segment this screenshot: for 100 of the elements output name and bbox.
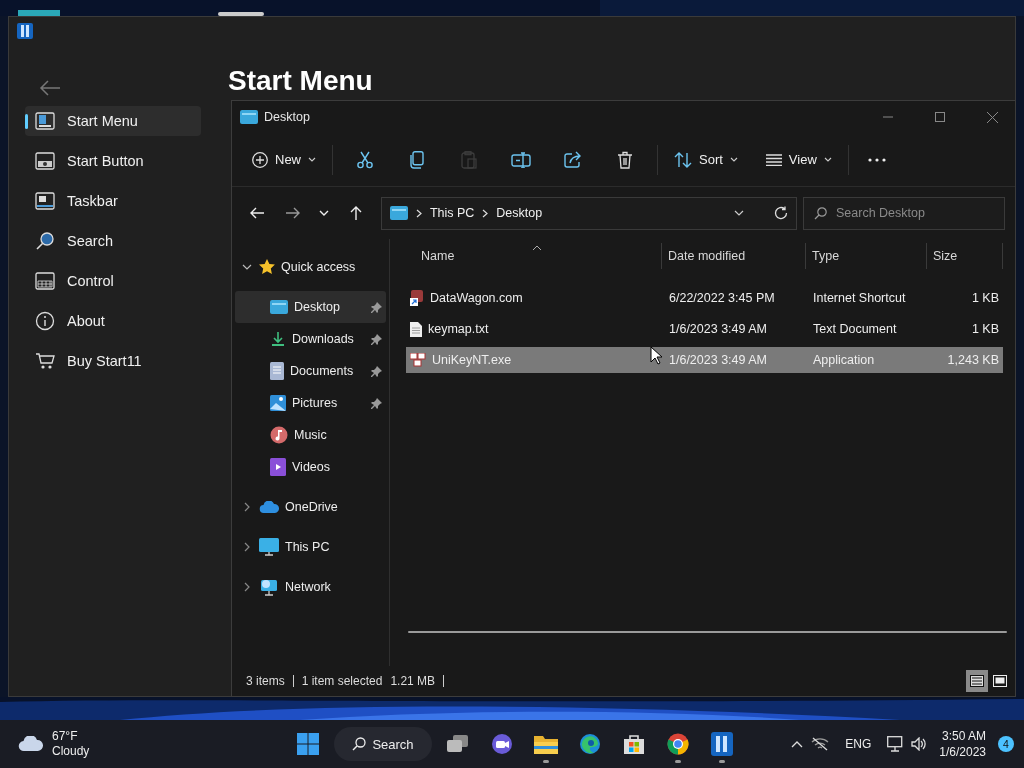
column-header[interactable]: Date modified xyxy=(662,243,806,269)
scrollbar[interactable] xyxy=(408,631,1007,633)
info-icon xyxy=(35,311,55,331)
video-icon xyxy=(270,458,286,476)
network-icon xyxy=(259,578,279,596)
tree-item[interactable]: Desktop xyxy=(235,291,386,323)
search-field[interactable]: Search Desktop xyxy=(803,196,1005,230)
address-bar[interactable]: This PC Desktop xyxy=(380,196,797,230)
task-view-icon xyxy=(447,735,469,753)
tree-item[interactable]: Documents xyxy=(235,355,386,387)
chevron-down-icon xyxy=(319,210,330,216)
nav-item[interactable]: Start Menu xyxy=(25,106,201,136)
sort-caret-icon xyxy=(532,245,542,251)
column-header[interactable]: Size xyxy=(927,243,1003,269)
file-row[interactable]: UniKeyNT.exe 1/6/2023 3:49 AM Application 1,243 KB xyxy=(406,347,1003,373)
type-cell-text: Internet Shortcut xyxy=(812,291,907,305)
selection-info: 1 item selected xyxy=(301,674,383,688)
taskbar-icon xyxy=(35,192,55,210)
list-icon xyxy=(765,153,782,166)
music-icon xyxy=(270,426,288,444)
search-icon xyxy=(814,206,827,220)
tree-item[interactable]: Downloads xyxy=(235,323,386,355)
page-title: Start Menu xyxy=(228,65,374,97)
scissors-icon xyxy=(356,150,374,169)
rename-icon xyxy=(511,151,531,168)
tree-item[interactable]: Pictures xyxy=(235,387,386,419)
file-row[interactable]: keymap.txt 1/6/2023 3:49 AM Text Document 1 KB xyxy=(406,316,1003,342)
desktop-icon xyxy=(240,110,258,124)
search-icon xyxy=(35,231,55,251)
cloud-icon xyxy=(18,736,44,752)
breadcrumb[interactable]: This PC xyxy=(429,206,475,220)
app-icon xyxy=(410,353,426,367)
caret-icon xyxy=(823,157,832,162)
tree-item[interactable]: Videos xyxy=(235,451,386,483)
folder-icon xyxy=(534,734,558,754)
tree-item[interactable]: This PC xyxy=(235,531,386,563)
maximize-icon xyxy=(935,112,945,122)
date-cell-text: 1/6/2023 3:49 AM xyxy=(668,322,768,336)
tree-item[interactable]: Network xyxy=(235,571,386,603)
app-logo-icon xyxy=(17,23,33,39)
search-icon xyxy=(352,737,367,751)
tree-item[interactable]: OneDrive xyxy=(235,491,386,523)
sort-icon xyxy=(674,151,692,168)
nav-item[interactable]: Control xyxy=(25,266,201,296)
clock[interactable]: 3:50 AM 1/6/2023 xyxy=(935,728,990,760)
computer-icon xyxy=(259,538,279,556)
search-button[interactable]: Search xyxy=(334,727,432,761)
type-cell-text: Application xyxy=(812,353,876,367)
copy-icon xyxy=(409,150,425,169)
arrow-up-icon xyxy=(350,206,363,220)
arrow-right-icon xyxy=(285,207,300,219)
desktop-icon xyxy=(389,206,408,220)
columns-app-icon xyxy=(711,732,733,756)
details-view-button[interactable] xyxy=(966,670,988,692)
temperature: 67°F xyxy=(52,729,79,744)
download-icon xyxy=(270,331,286,347)
chevron-right-icon xyxy=(415,208,422,218)
column-header[interactable]: Name xyxy=(406,243,662,269)
chevron-right-icon xyxy=(482,208,489,218)
cursor-icon xyxy=(650,346,662,365)
back-arrow-icon xyxy=(39,79,61,97)
column-header[interactable]: Type xyxy=(806,243,927,269)
nav-item[interactable]: Start Button xyxy=(25,146,201,176)
chrome-icon xyxy=(667,733,689,755)
more-icon xyxy=(867,157,886,162)
nav-item[interactable]: About xyxy=(25,306,201,336)
chat-icon xyxy=(491,734,513,754)
store-icon xyxy=(623,733,645,755)
nav-item[interactable]: Buy Start11 xyxy=(25,346,201,376)
notification-badge[interactable]: 4 xyxy=(998,736,1014,752)
document-icon xyxy=(270,362,284,380)
star-icon xyxy=(259,259,275,275)
nav-item[interactable]: Taskbar xyxy=(25,186,201,216)
network-off-icon xyxy=(811,737,830,751)
new-button[interactable]: New xyxy=(244,142,324,177)
caret-icon xyxy=(308,157,316,162)
tree-item[interactable]: Quick access xyxy=(235,251,386,283)
language-indicator[interactable]: ENG xyxy=(845,737,872,751)
chevron-up-icon xyxy=(791,740,804,748)
trash-icon xyxy=(617,150,633,169)
breadcrumb[interactable]: Desktop xyxy=(496,206,543,220)
paste-icon xyxy=(461,150,477,169)
selection-size: 1.21 MB xyxy=(390,674,436,688)
size-cell-text: 1,243 KB xyxy=(946,353,1000,367)
tree-item[interactable]: Music xyxy=(235,419,386,451)
nav-item[interactable]: Search xyxy=(25,226,201,256)
speaker-icon xyxy=(911,737,928,751)
view-button[interactable]: View xyxy=(757,142,840,177)
caret-icon xyxy=(729,157,738,162)
text-file-icon xyxy=(410,321,422,337)
file-name: keymap.txt xyxy=(428,322,489,336)
weather-widget[interactable]: 67°F Cloudy xyxy=(18,729,268,759)
share-icon xyxy=(564,151,582,168)
sort-button[interactable]: Sort xyxy=(666,142,746,177)
monitor-icon xyxy=(887,736,904,752)
file-name: DataWagon.com xyxy=(430,291,523,305)
file-row[interactable]: DataWagon.com 6/22/2022 3:45 PM Internet Shortcut 1 KB xyxy=(406,285,1003,311)
windows-logo-icon xyxy=(297,733,319,755)
desktop-icon xyxy=(270,300,288,314)
item-count: 3 items xyxy=(246,674,285,688)
